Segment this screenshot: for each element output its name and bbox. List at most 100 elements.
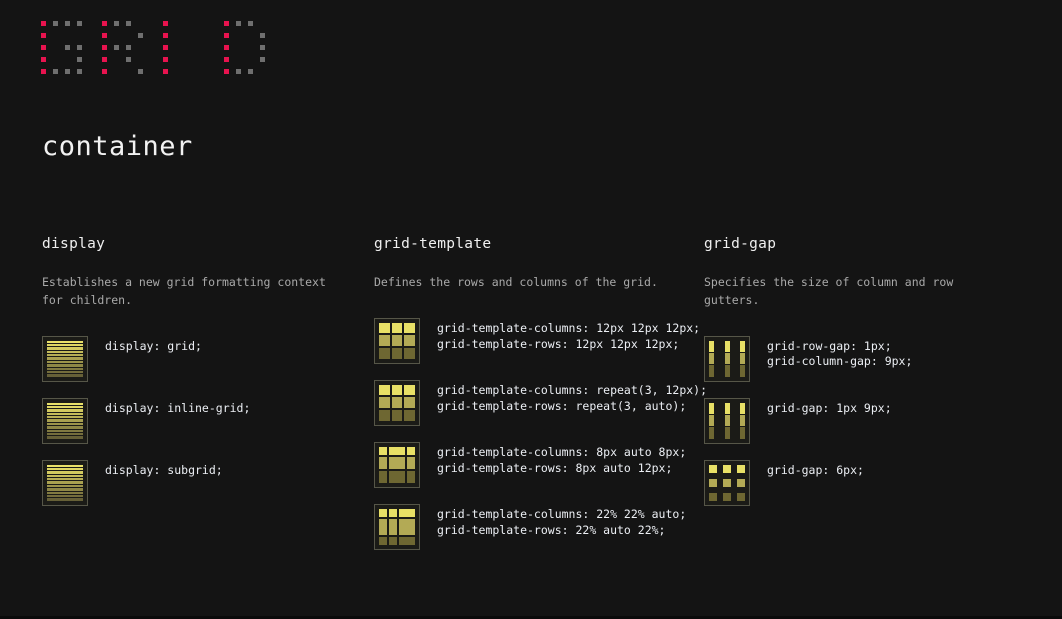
example-thumbnail-gap-even [704,459,750,506]
logo-dot [199,45,204,50]
logo-dot [248,69,253,74]
code-line: grid-template-rows: repeat(3, auto); [437,398,687,413]
thumbnail-cell [740,427,745,439]
example-code: display: inline-grid; [105,398,250,417]
code-line: grid-column-gap: 9px; [767,354,913,369]
example-thumbnail-stripes [42,397,88,444]
thumbnail-cell [724,402,730,414]
thumbnail-cell [388,518,397,535]
example-row[interactable]: grid-gap: 6px; [704,459,1028,506]
thumbnail-grid [47,340,83,377]
example-code: grid-template-columns: repeat(3, 12px); g… [437,380,707,415]
thumbnail-cell [47,474,83,478]
example-thumbnail-gap-row-col [704,397,750,444]
thumbnail-cell [47,419,83,422]
thumbnail-cell [724,340,730,352]
example-row[interactable]: grid-row-gap: 1px; grid-column-gap: 9px; [704,335,1028,382]
example-row[interactable]: grid-gap: 1px 9px; [704,397,1028,444]
logo-dot [187,45,192,50]
logo-dot [163,69,168,74]
thumbnail-cell [740,365,745,377]
thumbnail-cell [709,340,714,352]
thumbnail-cell [740,402,745,414]
thumbnail-cell [391,348,403,359]
logo-dot [248,21,253,26]
thumbnail-grid [709,402,745,439]
thumbnail-grid [47,464,83,501]
example-thumbnail-stripes [42,335,88,382]
thumbnail-cell [47,405,83,409]
code-line: display: subgrid; [105,462,223,477]
code-line: grid-template-columns: 8px auto 8px; [437,444,687,459]
thumbnail-cell [398,518,415,535]
example-row[interactable]: grid-template-columns: 22% 22% auto; grid… [374,503,690,550]
thumbnail-cell [389,446,405,455]
thumbnail-cell [379,456,387,469]
example-row[interactable]: display: inline-grid; [42,397,360,444]
logo-dot [77,45,82,50]
example-row[interactable]: display: subgrid; [42,459,360,506]
code-line: grid-row-gap: 1px; [767,338,892,353]
thumbnail-cell [709,365,714,377]
thumbnail-cell [379,446,387,455]
logo-dot [53,45,58,50]
thumbnail-cell [398,536,415,545]
logo-dot [41,45,46,50]
thumbnail-cell [389,470,405,483]
logo-dot [41,57,46,62]
thumbnail-cell [404,410,415,421]
logo-dot [175,33,180,38]
example-row[interactable]: grid-template-columns: 12px 12px 12px; gr… [374,317,700,364]
logo-glyph-i [163,21,204,74]
example-thumbnail-grid-percent [374,503,420,550]
example-row[interactable]: display: grid; [42,335,360,382]
column-description: Establishes a new grid formatting contex… [42,275,326,307]
logo-dot [41,21,46,26]
thumbnail-cell [47,357,83,360]
thumbnail-cell [391,397,403,409]
logo-dot [138,33,143,38]
logo-dot [77,33,82,38]
logo-dot [65,69,70,74]
logo-dot [102,33,107,38]
example-code: grid-template-columns: 12px 12px 12px; gr… [437,318,700,353]
thumbnail-cell [389,456,405,469]
logo-dot [199,69,204,74]
thumbnail-cell [47,467,83,471]
thumbnail-cell [379,335,390,347]
example-row[interactable]: grid-template-columns: repeat(3, 12px); g… [374,379,707,426]
thumbnail-cell [407,456,415,469]
thumbnail-cell [404,397,415,409]
column-description: Defines the rows and columns of the grid… [374,275,658,289]
example-row[interactable]: grid-template-columns: 8px auto 8px; grid… [374,441,690,488]
example-thumbnail-stripes [42,459,88,506]
logo-dot [114,57,119,62]
code-line: display: inline-grid; [105,400,251,415]
example-thumbnail-grid-auto [374,441,420,488]
logo-dot [53,69,58,74]
thumbnail-cell [379,384,390,396]
logo-dot [114,69,119,74]
logo-dot [224,21,229,26]
thumbnail-cell [47,432,83,436]
logo-dot [224,33,229,38]
thumbnail-cell [407,470,415,483]
thumbnail-cell [379,536,387,545]
logo-dot [248,57,253,62]
logo-dot [138,21,143,26]
thumbnail-cell [398,508,415,517]
logo-dot [236,57,241,62]
logo-dot [102,69,107,74]
logo-dot [224,69,229,74]
thumbnail-cell [47,484,83,488]
thumbnail-cell [47,402,83,405]
thumbnail-cell [47,488,83,491]
logo-dot [236,45,241,50]
logo-dot [114,21,119,26]
logo-dot [53,33,58,38]
logo-dot [126,57,131,62]
thumbnail-grid [379,508,415,545]
example-thumbnail-grid-3x3 [374,379,420,426]
thumbnail-cell [724,365,730,377]
thumbnail-cell [388,508,397,517]
